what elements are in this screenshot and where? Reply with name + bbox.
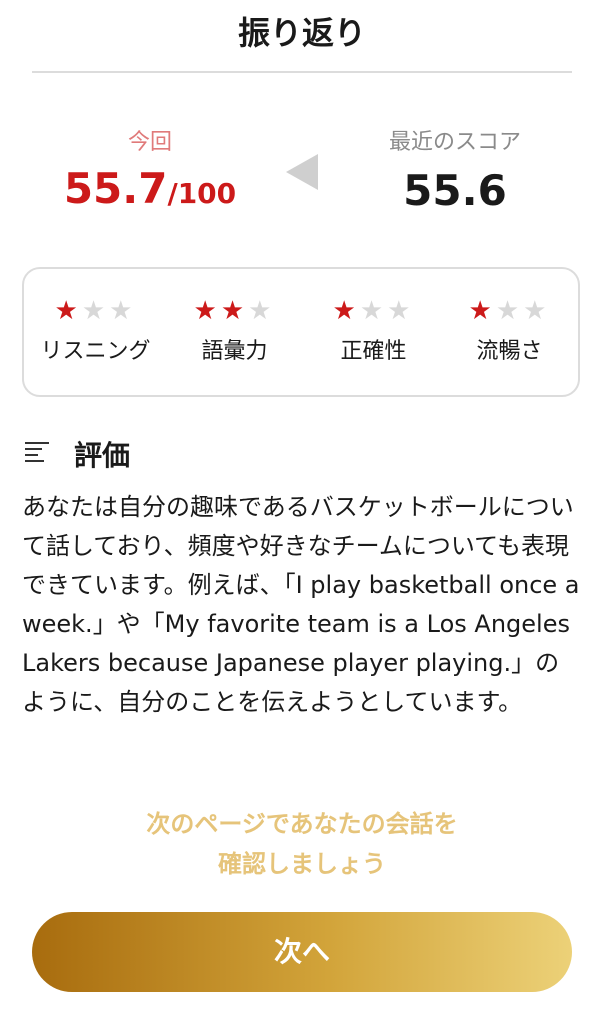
star-rating: ★★★ <box>165 295 304 327</box>
star-empty-icon: ★ <box>248 296 276 326</box>
star-filled-icon: ★ <box>54 296 82 326</box>
skill-fluency: ★★★ 流暢さ <box>440 295 579 365</box>
recent-score-label: 最近のスコア <box>388 130 521 155</box>
skill-label: リスニング <box>40 339 151 364</box>
header-divider <box>32 71 572 73</box>
next-button[interactable]: 次へ <box>32 912 572 992</box>
skill-accuracy: ★★★ 正確性 <box>304 295 443 365</box>
star-empty-icon: ★ <box>81 296 110 326</box>
list-icon <box>25 442 49 462</box>
scroll-fade <box>0 728 604 776</box>
current-score-value: 55.7 <box>63 164 168 213</box>
current-score-label: 今回 <box>127 130 172 155</box>
evaluation-title: 評価 <box>74 439 131 472</box>
evaluation-header: 評価 <box>22 432 322 472</box>
skills-card: ★★★ リスニング ★★★ 語彙力 ★★★ 正確性 ★★★ 流暢さ <box>22 267 580 397</box>
next-page-hint: 次のページであなたの会話を 確認しましょう <box>40 804 564 884</box>
skill-listening: ★★★ リスニング <box>26 295 165 365</box>
skill-label: 流暢さ <box>476 339 543 364</box>
star-filled-icon: ★ <box>332 296 360 326</box>
hint-line-2: 確認しましょう <box>218 850 386 878</box>
page-title: 振り返り <box>237 14 366 52</box>
skill-label: 語彙力 <box>201 339 268 364</box>
star-filled-icon: ★ <box>193 296 221 326</box>
current-score: 55.7/100 <box>40 164 260 213</box>
star-filled-icon: ★ <box>468 296 496 326</box>
hint-line-1: 次のページであなたの会話を <box>146 810 458 838</box>
score-comparison: 今回 55.7/100 最近のスコア 55.6 <box>0 120 604 220</box>
skill-label: 正確性 <box>340 339 407 364</box>
star-filled-icon: ★ <box>220 296 249 326</box>
header: 振り返り <box>0 0 604 73</box>
recent-score-value: 55.6 <box>403 166 507 215</box>
star-rating: ★★★ <box>440 295 579 327</box>
star-empty-icon: ★ <box>495 296 524 326</box>
star-rating: ★★★ <box>26 295 165 327</box>
skill-vocabulary: ★★★ 語彙力 <box>165 295 304 365</box>
star-empty-icon: ★ <box>387 296 415 326</box>
star-empty-icon: ★ <box>109 296 137 326</box>
star-empty-icon: ★ <box>523 296 551 326</box>
left-arrow-icon <box>286 154 318 190</box>
current-score-max: /100 <box>167 177 237 210</box>
star-rating: ★★★ <box>304 295 443 327</box>
star-empty-icon: ★ <box>359 296 388 326</box>
